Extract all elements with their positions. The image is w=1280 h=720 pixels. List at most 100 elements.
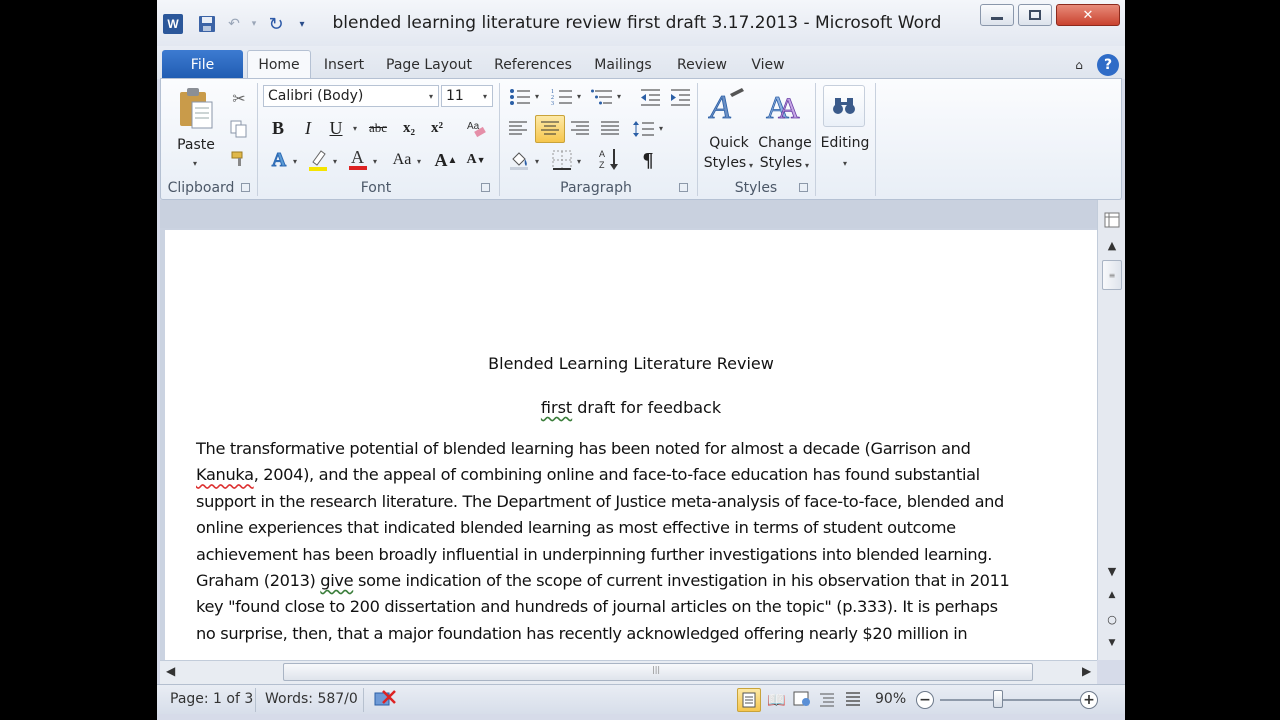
grow-font-icon[interactable]: A ▲: [433, 147, 459, 173]
multilevel-list-icon[interactable]: [589, 85, 615, 109]
help-icon[interactable]: ?: [1097, 50, 1119, 79]
show-formatting-button[interactable]: ¶: [635, 147, 661, 173]
styles-launcher-icon[interactable]: [799, 183, 808, 192]
paste-icon[interactable]: [173, 85, 219, 131]
proofing-icon[interactable]: [373, 689, 397, 713]
tab-file[interactable]: File: [162, 50, 243, 79]
font-size-dropdown-icon[interactable]: ▾: [483, 92, 487, 101]
bold-button[interactable]: B: [267, 117, 289, 139]
tab-mailings[interactable]: Mailings: [589, 50, 657, 79]
scroll-right-icon[interactable]: ▶: [1082, 664, 1091, 678]
undo-dropdown-icon[interactable]: ▾: [249, 11, 259, 37]
clear-formatting-icon[interactable]: Aa: [463, 115, 489, 141]
line-spacing-dropdown-icon[interactable]: ▾: [659, 124, 663, 133]
editing-dropdown-icon[interactable]: ▾: [843, 159, 847, 168]
tab-insert[interactable]: Insert: [317, 50, 371, 79]
italic-button[interactable]: I: [297, 117, 319, 139]
strikethrough-button[interactable]: abc: [363, 117, 393, 139]
sort-icon[interactable]: AZ: [597, 145, 623, 173]
highlight-icon[interactable]: [305, 147, 331, 173]
word-count[interactable]: Words: 587/0: [265, 691, 358, 707]
outline-icon[interactable]: [819, 691, 835, 711]
bullets-dropdown-icon[interactable]: ▾: [535, 92, 539, 101]
change-styles-dropdown-icon[interactable]: ▾: [805, 161, 809, 170]
align-right-icon[interactable]: [567, 117, 593, 141]
text-effects-icon[interactable]: A: [265, 147, 293, 173]
vertical-scroll-thumb[interactable]: ≡: [1102, 260, 1122, 290]
quick-styles-label[interactable]: Quick: [701, 135, 757, 151]
zoom-level[interactable]: 90%: [875, 691, 906, 707]
document-body[interactable]: The transformative potential of blended …: [196, 439, 1026, 650]
minimize-button[interactable]: [980, 4, 1014, 26]
binoculars-icon[interactable]: [823, 85, 865, 127]
underline-button[interactable]: U: [325, 117, 347, 139]
zoom-out-button[interactable]: −: [916, 691, 934, 709]
borders-icon[interactable]: [549, 147, 575, 173]
full-screen-reading-icon[interactable]: 📖: [767, 691, 786, 709]
shading-dropdown-icon[interactable]: ▾: [535, 157, 539, 166]
next-page-icon[interactable]: ▼: [1102, 634, 1122, 652]
cut-icon[interactable]: ✂: [229, 89, 249, 109]
paste-dropdown-icon[interactable]: ▾: [193, 159, 197, 168]
format-painter-icon[interactable]: [229, 149, 249, 169]
web-layout-icon[interactable]: [793, 691, 811, 711]
tab-home[interactable]: Home: [247, 50, 311, 79]
scroll-left-icon[interactable]: ◀: [166, 664, 175, 678]
text-effects-dropdown-icon[interactable]: ▾: [293, 157, 297, 166]
decrease-indent-icon[interactable]: [637, 85, 663, 109]
line-spacing-icon[interactable]: [631, 117, 657, 141]
tab-review[interactable]: Review: [671, 50, 733, 79]
increase-indent-icon[interactable]: [667, 85, 693, 109]
word-app-icon[interactable]: W: [163, 14, 183, 34]
tab-references[interactable]: References: [491, 50, 575, 79]
borders-dropdown-icon[interactable]: ▾: [577, 157, 581, 166]
align-center-icon[interactable]: [535, 115, 565, 143]
customize-qat-icon[interactable]: ▾: [295, 11, 309, 37]
tab-page-layout[interactable]: Page Layout: [381, 50, 477, 79]
bullets-icon[interactable]: [507, 85, 533, 109]
font-name-dropdown-icon[interactable]: ▾: [429, 92, 433, 101]
zoom-slider-track[interactable]: [940, 699, 1085, 701]
font-name-combo[interactable]: Calibri (Body): [263, 85, 439, 107]
zoom-slider-thumb[interactable]: [993, 690, 1003, 708]
shading-icon[interactable]: [507, 147, 533, 173]
print-layout-icon[interactable]: [737, 688, 761, 712]
numbering-icon[interactable]: 123: [549, 85, 575, 109]
font-launcher-icon[interactable]: [481, 183, 490, 192]
quick-styles-icon[interactable]: A: [707, 85, 749, 127]
font-color-dropdown-icon[interactable]: ▾: [373, 157, 377, 166]
tab-view[interactable]: View: [747, 50, 789, 79]
minimize-ribbon-icon[interactable]: ⌂: [1069, 50, 1089, 79]
align-left-icon[interactable]: [505, 117, 531, 141]
underline-dropdown-icon[interactable]: ▾: [353, 124, 357, 133]
redo-icon[interactable]: ↻: [265, 11, 287, 37]
page-count[interactable]: Page: 1 of 3: [170, 691, 253, 707]
horizontal-scroll-thumb[interactable]: |||: [283, 663, 1033, 681]
quick-styles-label-2[interactable]: Styles: [699, 155, 751, 171]
change-styles-label-2[interactable]: Styles: [755, 155, 807, 171]
browse-object-icon[interactable]: ○: [1102, 610, 1122, 628]
clipboard-launcher-icon[interactable]: [241, 183, 250, 192]
change-case-dropdown-icon[interactable]: ▾: [417, 157, 421, 166]
scroll-down-icon[interactable]: ▼: [1102, 562, 1122, 580]
zoom-in-button[interactable]: +: [1080, 691, 1098, 709]
subscript-button[interactable]: x₂: [397, 117, 421, 139]
draft-icon[interactable]: [845, 691, 861, 711]
numbering-dropdown-icon[interactable]: ▾: [577, 92, 581, 101]
save-icon[interactable]: [195, 11, 219, 37]
quick-styles-dropdown-icon[interactable]: ▾: [749, 161, 753, 170]
previous-page-icon[interactable]: ▲: [1102, 586, 1122, 604]
change-styles-icon[interactable]: AA: [763, 85, 805, 127]
close-button[interactable]: ✕: [1056, 4, 1120, 26]
paste-button[interactable]: Paste: [167, 137, 225, 153]
justify-icon[interactable]: [597, 117, 623, 141]
undo-icon[interactable]: ↶: [223, 11, 245, 37]
copy-icon[interactable]: [229, 119, 249, 139]
shrink-font-icon[interactable]: A ▼: [463, 147, 489, 173]
scroll-up-icon[interactable]: ▲: [1102, 236, 1122, 254]
horizontal-scrollbar[interactable]: ◀ ||| ▶: [160, 660, 1097, 684]
superscript-button[interactable]: x²: [425, 117, 449, 139]
vertical-scrollbar[interactable]: ▲ ≡ ▼ ▲ ○ ▼: [1097, 200, 1125, 660]
change-styles-label[interactable]: Change: [757, 135, 813, 151]
highlight-dropdown-icon[interactable]: ▾: [333, 157, 337, 166]
